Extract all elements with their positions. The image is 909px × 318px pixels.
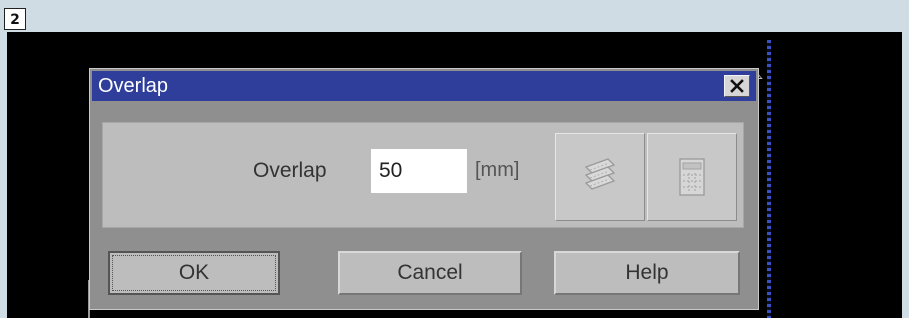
dialog-titlebar[interactable]: Overlap	[92, 71, 756, 101]
overlap-input[interactable]	[371, 149, 467, 193]
panel-grid-icon	[679, 158, 705, 196]
ok-button[interactable]: OK	[108, 251, 280, 295]
stacked-plates-icon	[584, 158, 616, 190]
cancel-button[interactable]: Cancel	[338, 251, 522, 295]
overlap-dialog: Overlap Overlap [mm]	[89, 68, 759, 310]
dialog-title: Overlap	[98, 75, 169, 97]
settings-panel: Overlap [mm]	[102, 122, 744, 228]
unit-label: [mm]	[475, 159, 520, 181]
close-button[interactable]	[724, 75, 750, 97]
close-icon	[730, 79, 744, 93]
figure-number-badge: 2	[4, 8, 26, 30]
screen-background: Overlap Overlap [mm]	[7, 32, 902, 318]
panel-grid-button[interactable]	[647, 133, 737, 221]
help-button[interactable]: Help	[554, 251, 740, 295]
dotted-guide-line	[767, 40, 771, 318]
stacked-plates-button[interactable]	[555, 133, 645, 221]
overlap-label: Overlap	[253, 159, 327, 182]
